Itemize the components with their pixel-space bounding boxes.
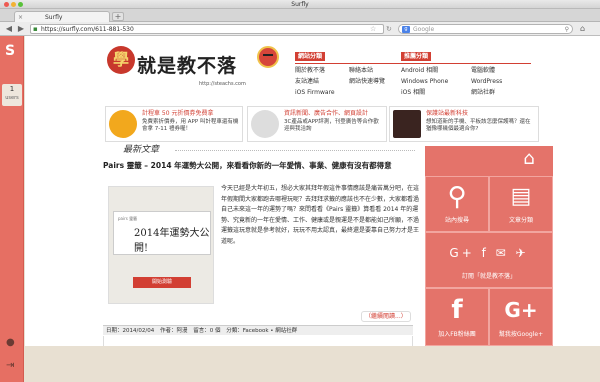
tile-label: 加入FB粉絲團 xyxy=(438,331,476,338)
user-icon[interactable]: ● xyxy=(6,338,15,348)
address-bar[interactable]: ▪ https://surfly.com/611-881-530 xyxy=(30,24,384,34)
menu-link[interactable]: 聯絡本站 xyxy=(349,66,403,75)
logo-url: http://steachs.com xyxy=(199,81,246,87)
promo-ads[interactable]: 資訊新聞、廣告合作、網頁設計 3C產品或APP評測，刊登廣告等合作歡迎與我洽詢 xyxy=(247,106,387,142)
article-date: 日期：2014/02/04 xyxy=(106,328,155,334)
article-author[interactable]: 作者：阿漫 xyxy=(160,328,188,334)
thumbnail-banner: pairs 靈籤 2014年運勢大公開! xyxy=(113,211,211,255)
search-icon: ⚲ xyxy=(447,182,467,212)
menu-link[interactable]: iOS Firmware xyxy=(295,88,349,97)
google-plus-tile[interactable]: G+ 幫我按Google+ xyxy=(489,288,553,346)
tech-icon xyxy=(393,110,421,138)
social-icons: G+ f ✉ ✈ xyxy=(449,246,529,260)
promo-title: 計程車 50 元折價券免費拿 xyxy=(142,110,214,117)
users-label: users xyxy=(5,95,19,101)
site-logo[interactable]: 學 就是教不落 http://steachs.com xyxy=(107,44,287,100)
search-engine-icon[interactable]: g xyxy=(402,26,410,33)
surfly-logo-icon[interactable]: S xyxy=(5,44,19,58)
promo-desc: 想知道新的手機、平板該怎麼保護嗎？還在猶豫哪幾個最適合你? xyxy=(426,119,531,132)
article-thumbnail[interactable]: pairs 靈籤 2014年運勢大公開! 開始測驗 xyxy=(108,186,214,304)
lock-icon: ▪ xyxy=(33,25,38,33)
promo-desc: 免費索折價券，用 APP 叫計程車還有機會拿 7-11 禮券喔！ xyxy=(142,119,239,132)
tile-label: 訂閱「就是教不落」 xyxy=(461,273,516,280)
tile-label: 幫我按Google+ xyxy=(498,331,544,338)
promo-tech[interactable]: 保護站最新科技 想知道新的手機、平板該怎麼保護嗎？還在猶豫哪幾個最適合你? xyxy=(389,106,539,142)
tab-close-icon[interactable]: × xyxy=(18,13,23,22)
article-meta: 日期：2014/02/04 作者：阿漫 留言：0 個 分類：Facebook •… xyxy=(103,325,413,335)
taxi-icon xyxy=(109,110,137,138)
menu-link[interactable]: 網站快速導覽 xyxy=(349,77,403,86)
promo-taxi[interactable]: 計程車 50 元折價券免費拿 免費索折價券，用 APP 叫計程車還有機會拿 7-… xyxy=(105,106,243,142)
promo-title: 資訊新聞、廣告合作、網頁設計 xyxy=(284,110,369,117)
search-icon[interactable]: ⚲ xyxy=(565,25,569,34)
site-search-tile[interactable]: ⚲ 站內搜尋 xyxy=(425,176,489,232)
logo-text: 就是教不落 xyxy=(137,55,238,77)
menu-heading: 網站分類 xyxy=(295,52,326,61)
logo-badge: 學 xyxy=(107,46,135,74)
tab-label: Surfly xyxy=(45,14,63,21)
categories-tile[interactable]: ▤ 文章分類 xyxy=(489,176,553,232)
menu-link[interactable]: WordPress xyxy=(471,77,531,86)
article-excerpt: 今天已經是大年初五，想必大家其拜年假這件事情應該是痛苦萬分吧，在這年假期間大家都… xyxy=(221,185,420,245)
menu-link[interactable]: Windows Phone xyxy=(401,77,471,86)
thumbnail-title: 2014年運勢大公開! xyxy=(134,228,210,254)
section-heading: 最新文章 xyxy=(109,144,419,156)
recommended-categories-menu: 推薦分類 Android 相關 電腦軟體 Windows Phone WordP… xyxy=(401,52,531,97)
page-bottom-area xyxy=(25,346,600,382)
tile-label: 文章分類 xyxy=(508,217,533,224)
surfly-sidebar: S 1 users ● ⇥ xyxy=(0,36,24,382)
search-bar[interactable]: g Google ⚲ xyxy=(398,24,573,34)
lion-mask-icon xyxy=(257,46,279,68)
url-text: https://surfly.com/611-881-530 xyxy=(41,26,134,33)
article-comments[interactable]: 留言：0 個 xyxy=(193,328,220,334)
new-tab-button[interactable]: + xyxy=(112,12,124,21)
menu-link[interactable]: 網站社群 xyxy=(471,88,531,97)
section-title: 最新文章 xyxy=(123,145,160,155)
search-placeholder: Google xyxy=(413,26,435,33)
tile-sidebar: ⌂ ⚲ 站內搜尋 ▤ 文章分類 G+ f ✉ ✈ 訂閱「就是教不落」 f 加入F… xyxy=(425,146,553,346)
menu-link[interactable]: Android 相關 xyxy=(401,66,471,75)
pen-icon xyxy=(251,110,279,138)
tile-label: 站內搜尋 xyxy=(444,217,469,224)
reload-icon[interactable]: ↻ xyxy=(386,24,392,34)
home-icon[interactable]: ⌂ xyxy=(580,24,585,34)
subscribe-tile[interactable]: G+ f ✉ ✈ 訂閱「就是教不落」 xyxy=(425,232,553,288)
users-count: 1 xyxy=(9,85,15,93)
start-quiz-button[interactable]: 開始測驗 xyxy=(133,277,191,288)
window-title: Surfly xyxy=(291,1,309,8)
menu-link[interactable]: 友站連結 xyxy=(295,77,349,86)
article-title[interactable]: Pairs 靈籤 – 2014 年運勢大公開，來看看你新的一年愛情、事業、健康有… xyxy=(103,160,413,172)
exit-icon[interactable]: ⇥ xyxy=(6,361,14,371)
back-icon[interactable]: ◀ xyxy=(4,24,14,34)
document-icon: ▤ xyxy=(510,184,532,209)
google-plus-icon: G+ xyxy=(504,298,538,322)
menu-heading: 推薦分類 xyxy=(401,52,432,61)
facebook-icon: f xyxy=(451,295,463,325)
promo-title: 保護站最新科技 xyxy=(426,110,469,117)
tab-bar: × Surfly + xyxy=(0,9,600,22)
forward-icon[interactable]: ▶ xyxy=(16,24,26,34)
menu-link[interactable]: 關於教不落 xyxy=(295,66,349,75)
browser-tab[interactable]: × Surfly xyxy=(14,11,110,22)
section-divider xyxy=(175,150,415,151)
window-titlebar: Surfly xyxy=(0,0,600,9)
thumbnail-label: pairs 靈籤 xyxy=(118,216,138,221)
promo-desc: 3C產品或APP評測，刊登廣告等合作歡迎與我洽詢 xyxy=(284,119,379,132)
page-viewport: 學 就是教不落 http://steachs.com 網站分類 關於教不落 聯絡… xyxy=(25,36,600,346)
read-more-link[interactable]: （繼續閱讀...） xyxy=(361,311,411,322)
menu-link[interactable]: 電腦軟體 xyxy=(471,66,531,75)
navigation-bar: ◀ ▶ ▪ https://surfly.com/611-881-530 ☆ ↻… xyxy=(0,22,600,36)
home-icon: ⌂ xyxy=(523,148,535,169)
menu-link[interactable]: iOS 相關 xyxy=(401,88,471,97)
users-counter: 1 users xyxy=(2,84,22,106)
facebook-tile[interactable]: f 加入FB粉絲團 xyxy=(425,288,489,346)
bookmark-star-icon[interactable]: ☆ xyxy=(370,24,376,34)
article-category[interactable]: 分類：Facebook • 網站社群 xyxy=(226,328,297,334)
site-categories-menu: 網站分類 關於教不落 聯絡本站 友站連結 網站快速導覽 iOS Firmware xyxy=(295,52,403,97)
article-footer xyxy=(103,336,413,346)
home-tile[interactable]: ⌂ xyxy=(505,146,553,172)
